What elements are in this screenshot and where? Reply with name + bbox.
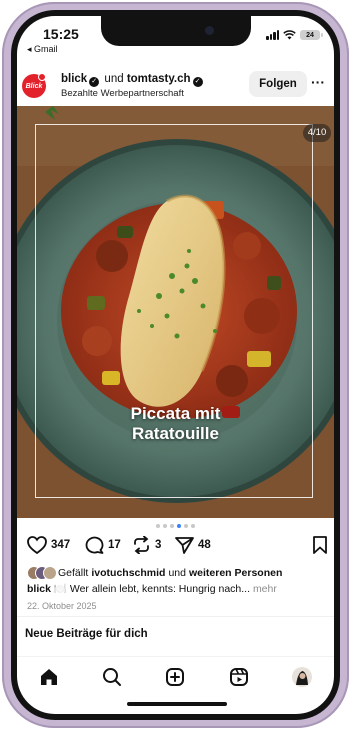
- share-count: 48: [198, 539, 211, 551]
- phone-screen: 15:25 ◂ Gmail 24 Blick blick ✓ und tomtas…: [17, 16, 334, 714]
- signal-icon: [266, 30, 279, 40]
- repost-count: 3: [155, 539, 162, 551]
- divider: [17, 616, 334, 617]
- save-button[interactable]: [312, 536, 328, 554]
- liker-username[interactable]: ivotuchschmid: [91, 567, 165, 579]
- create-icon: [166, 668, 185, 686]
- carousel-dot: [170, 524, 174, 528]
- likes-summary[interactable]: Gefällt ivotuchschmid und weiteren Perso…: [27, 566, 282, 580]
- more-options-icon[interactable]: ···: [311, 74, 331, 94]
- reels-icon: [229, 668, 248, 686]
- likes-others[interactable]: weiteren Personen: [189, 567, 282, 579]
- comment-count: 17: [108, 539, 121, 551]
- post-caption: blick 🍽️ Wer allein lebt, kennts: Hungri…: [27, 582, 277, 595]
- post-date: 22. Oktober 2025: [27, 601, 97, 611]
- verified-badge-icon: ✓: [89, 77, 100, 87]
- like-button[interactable]: 347: [27, 536, 70, 554]
- send-icon: [175, 537, 194, 554]
- carousel-dot: [163, 524, 167, 528]
- caption-emoji: 🍽️: [53, 583, 67, 595]
- nav-search[interactable]: [97, 662, 127, 692]
- author-name[interactable]: blick: [61, 73, 87, 85]
- carousel-dots: [17, 524, 334, 528]
- follow-button[interactable]: Folgen: [249, 71, 307, 97]
- author-line: blick ✓ und tomtasty.ch ✓: [61, 73, 205, 87]
- status-time: 15:25: [43, 26, 79, 42]
- carousel-dot: [156, 524, 160, 528]
- battery-icon: 24: [300, 30, 323, 40]
- wifi-icon: [283, 30, 296, 40]
- heart-icon: [27, 536, 47, 554]
- comment-icon: [85, 536, 104, 554]
- likes-prefix: Gefällt: [58, 566, 89, 579]
- suggested-posts-title: Neue Beiträge für dich: [25, 628, 148, 640]
- post-actions: 347 17 3 48: [17, 536, 334, 562]
- carousel-dot: [191, 524, 195, 528]
- comment-button[interactable]: 17: [85, 536, 121, 554]
- search-icon: [103, 668, 122, 686]
- collaborator-name[interactable]: tomtasty.ch: [127, 73, 191, 85]
- image-counter-badge: 4/10: [303, 124, 331, 142]
- blick-avatar[interactable]: Blick: [22, 73, 46, 98]
- camera-icon: [205, 26, 214, 35]
- home-icon: [40, 669, 57, 685]
- post-header: Blick blick ✓ und tomtasty.ch ✓ Bezahlte W…: [17, 66, 334, 106]
- liker-avatars: [27, 566, 57, 580]
- likes-middle: und: [168, 566, 186, 579]
- repost-button[interactable]: 3: [132, 536, 161, 554]
- image-caption-line-2: Ratatouille: [132, 424, 219, 443]
- image-caption-line-1: Piccata mit: [130, 404, 221, 423]
- paid-partnership-label[interactable]: Bezahlte Werbepartnerschaft: [61, 88, 184, 99]
- like-count: 347: [51, 539, 71, 551]
- carousel-dot-active: [177, 524, 181, 528]
- repost-icon: [134, 536, 149, 554]
- status-icons: 24: [266, 30, 323, 40]
- nav-home[interactable]: [34, 662, 64, 692]
- bookmark-icon: [313, 536, 327, 554]
- nav-reels[interactable]: [224, 662, 254, 692]
- author-connector: und: [104, 73, 124, 85]
- bottom-navigation: [17, 656, 334, 697]
- caption-author[interactable]: blick: [27, 583, 51, 595]
- notch: [101, 16, 251, 46]
- back-to-gmail-link[interactable]: ◂ Gmail: [27, 44, 58, 55]
- share-button[interactable]: 48: [175, 536, 211, 554]
- profile-icon: [292, 667, 313, 687]
- nav-profile[interactable]: [287, 662, 317, 692]
- home-indicator[interactable]: [127, 702, 227, 706]
- caption-more-link[interactable]: mehr: [253, 583, 277, 595]
- verified-badge-icon: ✓: [192, 77, 203, 87]
- carousel-dot: [184, 524, 188, 528]
- nav-create[interactable]: [160, 662, 190, 692]
- caption-text: Wer allein lebt, kennts: Hungrig nach...: [69, 583, 251, 595]
- image-caption-title: Piccata mit Ratatouille: [17, 404, 334, 444]
- phone-frame: 15:25 ◂ Gmail 24 Blick blick ✓ und tomtas…: [2, 2, 349, 728]
